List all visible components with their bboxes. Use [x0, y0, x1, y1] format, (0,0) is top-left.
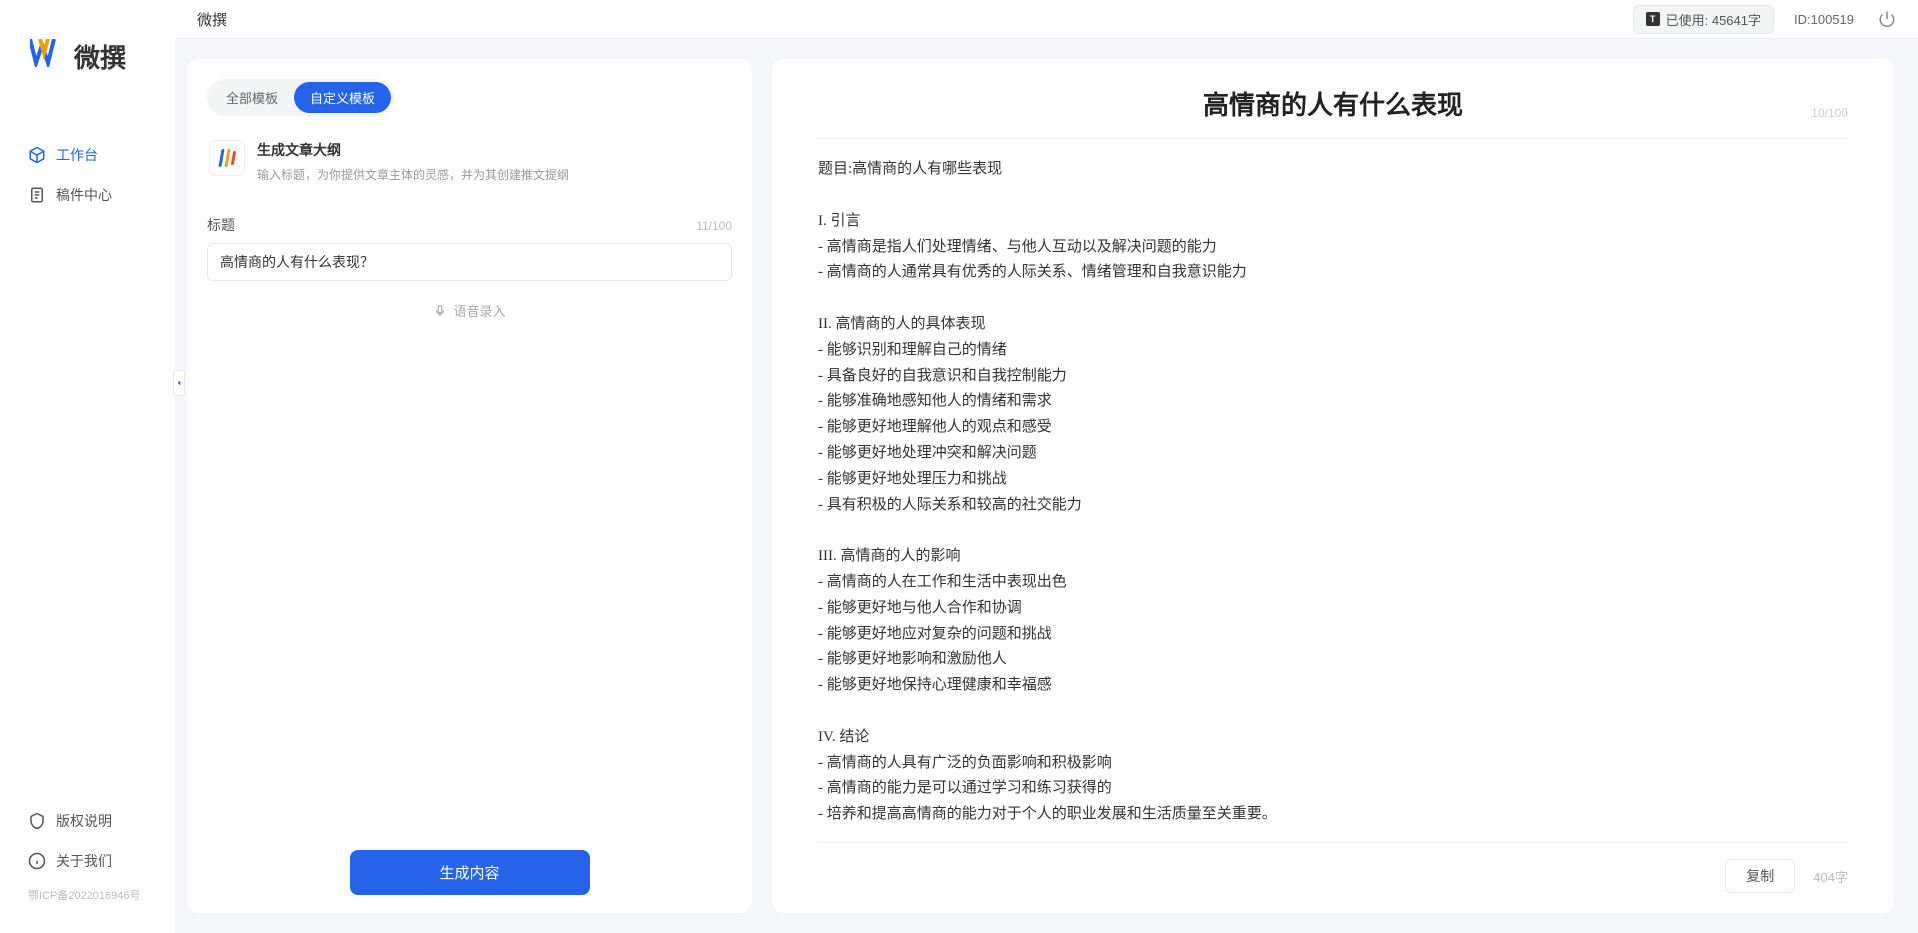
- output-body[interactable]: 题目:高情商的人有哪些表现 I. 引言 - 高情商是指人们处理情绪、与他人互动以…: [818, 157, 1848, 828]
- books-icon: [216, 147, 238, 169]
- tab-all-templates[interactable]: 全部模板: [210, 82, 294, 113]
- output-title[interactable]: 高情商的人有什么表现: [818, 85, 1848, 122]
- footer-copyright[interactable]: 版权说明: [0, 801, 175, 841]
- output-footer: 复制 404字: [818, 842, 1848, 893]
- input-panel: 全部模板 自定义模板 生成文章大纲 输入标题，为你提供文章主体的灵感，并为其创建…: [187, 59, 752, 913]
- footer-label: 关于我们: [56, 851, 112, 871]
- text-icon: T: [1646, 12, 1660, 26]
- brand-name: 微撰: [74, 38, 126, 75]
- footer-label: 版权说明: [56, 811, 112, 831]
- main-area: 微撰 T 已使用: 45641字 ID:100519 全部模板 自定义模板: [175, 0, 1918, 933]
- template-card: 生成文章大纲 输入标题，为你提供文章主体的灵感，并为其创建推文提纲: [207, 134, 732, 201]
- topbar: 微撰 T 已使用: 45641字 ID:100519: [175, 0, 1918, 39]
- chevron-left-icon: [174, 378, 184, 388]
- usage-badge[interactable]: T 已使用: 45641字: [1633, 5, 1774, 34]
- cube-icon: [28, 146, 46, 164]
- title-label: 标题: [207, 215, 235, 235]
- sidebar: 微撰 工作台 稿件中心 版权说明 关于我们 鄂ICP备2022016946号: [0, 0, 175, 933]
- nav-workspace[interactable]: 工作台: [0, 135, 175, 175]
- output-title-count: 10/100: [1811, 106, 1848, 120]
- user-id: ID:100519: [1794, 12, 1854, 27]
- voice-label: 语音录入: [453, 301, 505, 320]
- logo-icon: [30, 39, 64, 75]
- tab-custom-templates[interactable]: 自定义模板: [294, 82, 391, 113]
- sidebar-footer: 版权说明 关于我们 鄂ICP备2022016946号: [0, 801, 175, 933]
- mic-icon: [433, 304, 447, 318]
- usage-text: 已使用: 45641字: [1666, 10, 1761, 29]
- app-root: 微撰 工作台 稿件中心 版权说明 关于我们 鄂ICP备2022016946号: [0, 0, 1918, 933]
- template-title: 生成文章大纲: [257, 140, 569, 160]
- content-row: 全部模板 自定义模板 生成文章大纲 输入标题，为你提供文章主体的灵感，并为其创建…: [175, 39, 1918, 933]
- generate-button[interactable]: 生成内容: [350, 850, 590, 895]
- title-divider: [818, 138, 1848, 139]
- nav-drafts[interactable]: 稿件中心: [0, 175, 175, 215]
- template-tabs: 全部模板 自定义模板: [207, 79, 394, 116]
- title-input[interactable]: [207, 243, 732, 281]
- title-label-row: 标题 11/100: [207, 215, 732, 235]
- shield-icon: [28, 812, 46, 830]
- voice-input-button[interactable]: 语音录入: [207, 301, 732, 320]
- page-title: 微撰: [197, 9, 1633, 30]
- title-char-count: 11/100: [696, 219, 732, 233]
- sidebar-collapse[interactable]: [173, 370, 185, 396]
- output-panel: 高情商的人有什么表现 10/100 题目:高情商的人有哪些表现 I. 引言 - …: [772, 59, 1894, 913]
- nav-label: 工作台: [56, 145, 98, 165]
- logo-area: 微撰: [0, 0, 175, 105]
- copy-button[interactable]: 复制: [1725, 859, 1795, 893]
- info-icon: [28, 852, 46, 870]
- nav-list: 工作台 稿件中心: [0, 105, 175, 801]
- power-icon[interactable]: [1878, 10, 1896, 28]
- output-title-row: 高情商的人有什么表现 10/100: [818, 85, 1848, 122]
- template-icon: [209, 140, 245, 176]
- icp-text: 鄂ICP备2022016946号: [0, 881, 175, 913]
- word-count: 404字: [1813, 867, 1848, 886]
- document-icon: [28, 186, 46, 204]
- footer-about[interactable]: 关于我们: [0, 841, 175, 881]
- brand-logo[interactable]: 微撰: [30, 38, 155, 75]
- template-text: 生成文章大纲 输入标题，为你提供文章主体的灵感，并为其创建推文提纲: [257, 140, 569, 183]
- nav-label: 稿件中心: [56, 185, 112, 205]
- template-desc: 输入标题，为你提供文章主体的灵感，并为其创建推文提纲: [257, 166, 569, 183]
